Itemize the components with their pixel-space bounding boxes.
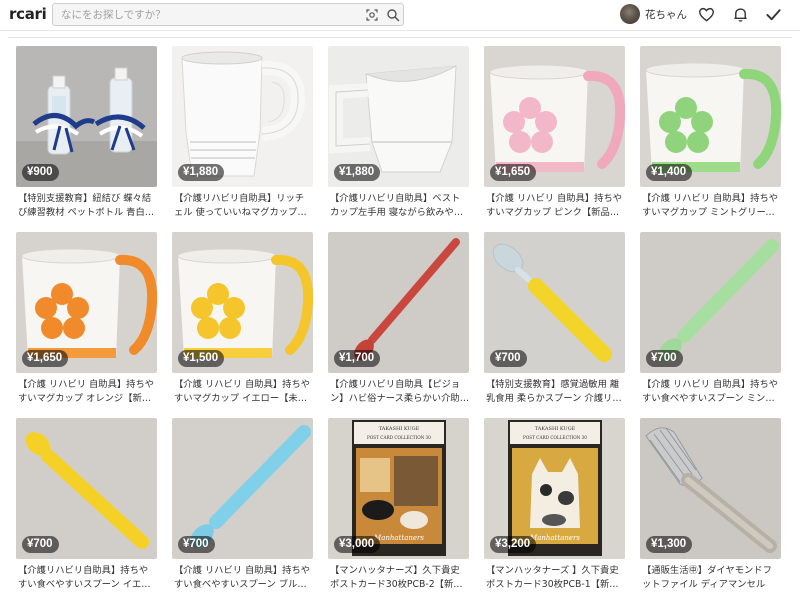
product-card[interactable]: ¥700 【特別支援教育】感覚過敏用 離乳食用 柔らかスプーン 介護リハビ...: [484, 232, 625, 407]
top-header: rcari 花ちゃん: [0, 0, 800, 31]
postcard-brand-text: Manhattaners: [373, 534, 424, 542]
product-title[interactable]: 【介護リハビリ自助具】持ちやすい食べやすいスプーン イエロー...: [18, 564, 157, 592]
product-image[interactable]: ¥700: [640, 232, 781, 373]
price-badge: ¥700: [178, 536, 215, 553]
product-card[interactable]: ¥700 【介護 リハビリ 自助具】持ちやすい食べやすいスプーン ミントグ...: [640, 232, 781, 407]
product-card[interactable]: ¥1,400 【介護 リハビリ 自助具】持ちやすいマグカップ ミントグリーン【.…: [640, 46, 781, 221]
product-image[interactable]: ¥1,500: [172, 232, 313, 373]
product-card[interactable]: ¥1,700 【介護リハビリ自助具【ピジョン】ハビ俗ナース柔らかい介助スプ...: [328, 232, 469, 407]
product-card[interactable]: TAKASHI KUGE POST CARD COLLECTION 30 Man…: [484, 418, 625, 593]
product-image[interactable]: ¥700: [16, 418, 157, 559]
price-badge: ¥3,200: [490, 536, 537, 553]
product-title[interactable]: 【特別支援教育】感覚過敏用 離乳食用 柔らかスプーン 介護リハビ...: [486, 378, 625, 406]
product-title[interactable]: 【介護 リハビリ 自助具】持ちやすい食べやすいスプーン ブルー【...: [174, 564, 313, 592]
search-bar[interactable]: [52, 3, 404, 26]
username[interactable]: 花ちゃん: [645, 7, 687, 22]
product-title[interactable]: 【マンハッタナーズ】久下貴史 ポストカード30枚PCB-2【新品...: [330, 564, 469, 592]
price-badge: ¥1,500: [178, 350, 225, 367]
postcard-collection-text: POST CARD COLLECTION 30: [523, 435, 587, 440]
product-image[interactable]: ¥1,650: [484, 46, 625, 187]
postcard-brand-text: Manhattaners: [529, 534, 580, 542]
product-title[interactable]: 【介護リハビリ自助具】リッチェル 使っていいねマグカップ白【...: [174, 192, 313, 220]
product-card[interactable]: ¥1,650 【介護 リハビリ 自助具】持ちやすいマグカップ ピンク【新品未使.…: [484, 46, 625, 221]
product-title[interactable]: 【特別支援教育】紐結び 蝶々結び練習教材 ペットボトル 青白ひも: [18, 192, 157, 220]
product-image[interactable]: ¥1,880: [328, 46, 469, 187]
price-badge: ¥1,650: [490, 164, 537, 181]
product-title[interactable]: 【介護 リハビリ 自助具】持ちやすいマグカップ イエロー【未使用...: [174, 378, 313, 406]
search-icon[interactable]: [386, 8, 400, 22]
product-title[interactable]: 【マンハッタナーズ 】久下貴史 ポストカード30枚PCB-1【新品...: [486, 564, 625, 592]
app-logo[interactable]: rcari: [9, 5, 47, 23]
product-card[interactable]: ¥1,500 【介護 リハビリ 自助具】持ちやすいマグカップ イエロー【未使用.…: [172, 232, 313, 407]
product-image[interactable]: ¥1,880: [172, 46, 313, 187]
product-card[interactable]: ¥900 【特別支援教育】紐結び 蝶々結び練習教材 ペットボトル 青白ひも: [16, 46, 157, 221]
price-badge: ¥3,000: [334, 536, 381, 553]
product-title[interactable]: 【介護 リハビリ 自助具】持ちやすい食べやすいスプーン ミントグ...: [642, 378, 781, 406]
postcard-collection-text: POST CARD COLLECTION 30: [367, 435, 431, 440]
product-image[interactable]: ¥700: [172, 418, 313, 559]
product-image[interactable]: ¥700: [484, 232, 625, 373]
postcard-author-text: TAKASHI KUGE: [379, 426, 420, 432]
bell-icon[interactable]: [732, 6, 749, 23]
product-title[interactable]: 【介護 リハビリ 自助具】持ちやすいマグカップ オレンジ【新品未...: [18, 378, 157, 406]
product-image[interactable]: ¥1,700: [328, 232, 469, 373]
price-badge: ¥1,880: [334, 164, 381, 181]
camera-search-icon[interactable]: [365, 8, 379, 22]
product-card[interactable]: ¥1,880 【介護リハビリ自助具】ベストカップ左手用 寝ながら飲みやすい...: [328, 46, 469, 221]
product-title[interactable]: 【介護リハビリ自助具【ピジョン】ハビ俗ナース柔らかい介助スプ...: [330, 378, 469, 406]
price-badge: ¥1,880: [178, 164, 225, 181]
product-image[interactable]: ¥900: [16, 46, 157, 187]
product-card[interactable]: ¥700 【介護 リハビリ 自助具】持ちやすい食べやすいスプーン ブルー【...: [172, 418, 313, 593]
product-image[interactable]: ¥1,300: [640, 418, 781, 559]
product-title[interactable]: 【通販生活㊥】ダイヤモンドフットファイル ディアマンセル: [642, 564, 781, 592]
price-badge: ¥1,700: [334, 350, 381, 367]
product-image[interactable]: ¥1,650: [16, 232, 157, 373]
product-card[interactable]: TAKASHI KUGE POST CARD COLLECTION 30 Man…: [328, 418, 469, 593]
product-image[interactable]: TAKASHI KUGE POST CARD COLLECTION 30 Man…: [484, 418, 625, 559]
user-avatar[interactable]: [620, 4, 640, 24]
product-card[interactable]: ¥700 【介護リハビリ自助具】持ちやすい食べやすいスプーン イエロー...: [16, 418, 157, 593]
price-badge: ¥1,650: [22, 350, 69, 367]
postcard-author-text: TAKASHI KUGE: [535, 426, 576, 432]
product-card[interactable]: ¥1,300 【通販生活㊥】ダイヤモンドフットファイル ディアマンセル: [640, 418, 781, 593]
product-card[interactable]: ¥1,880 【介護リハビリ自助具】リッチェル 使っていいねマグカップ白【...: [172, 46, 313, 221]
price-badge: ¥700: [646, 350, 683, 367]
product-image[interactable]: TAKASHI KUGE POST CARD COLLECTION 30 Man…: [328, 418, 469, 559]
header-divider: [8, 37, 792, 38]
search-input[interactable]: [61, 6, 351, 23]
price-badge: ¥1,300: [646, 536, 693, 553]
product-title[interactable]: 【介護リハビリ自助具】ベストカップ左手用 寝ながら飲みやすい...: [330, 192, 469, 220]
heart-icon[interactable]: [698, 6, 715, 23]
checkmark-icon[interactable]: [765, 6, 782, 23]
price-badge: ¥1,400: [646, 164, 693, 181]
price-badge: ¥900: [22, 164, 59, 181]
price-badge: ¥700: [22, 536, 59, 553]
price-badge: ¥700: [490, 350, 527, 367]
product-title[interactable]: 【介護 リハビリ 自助具】持ちやすいマグカップ ミントグリーン【...: [642, 192, 781, 220]
product-title[interactable]: 【介護 リハビリ 自助具】持ちやすいマグカップ ピンク【新品未使...: [486, 192, 625, 220]
product-image[interactable]: ¥1,400: [640, 46, 781, 187]
product-card[interactable]: ¥1,650 【介護 リハビリ 自助具】持ちやすいマグカップ オレンジ【新品未.…: [16, 232, 157, 407]
